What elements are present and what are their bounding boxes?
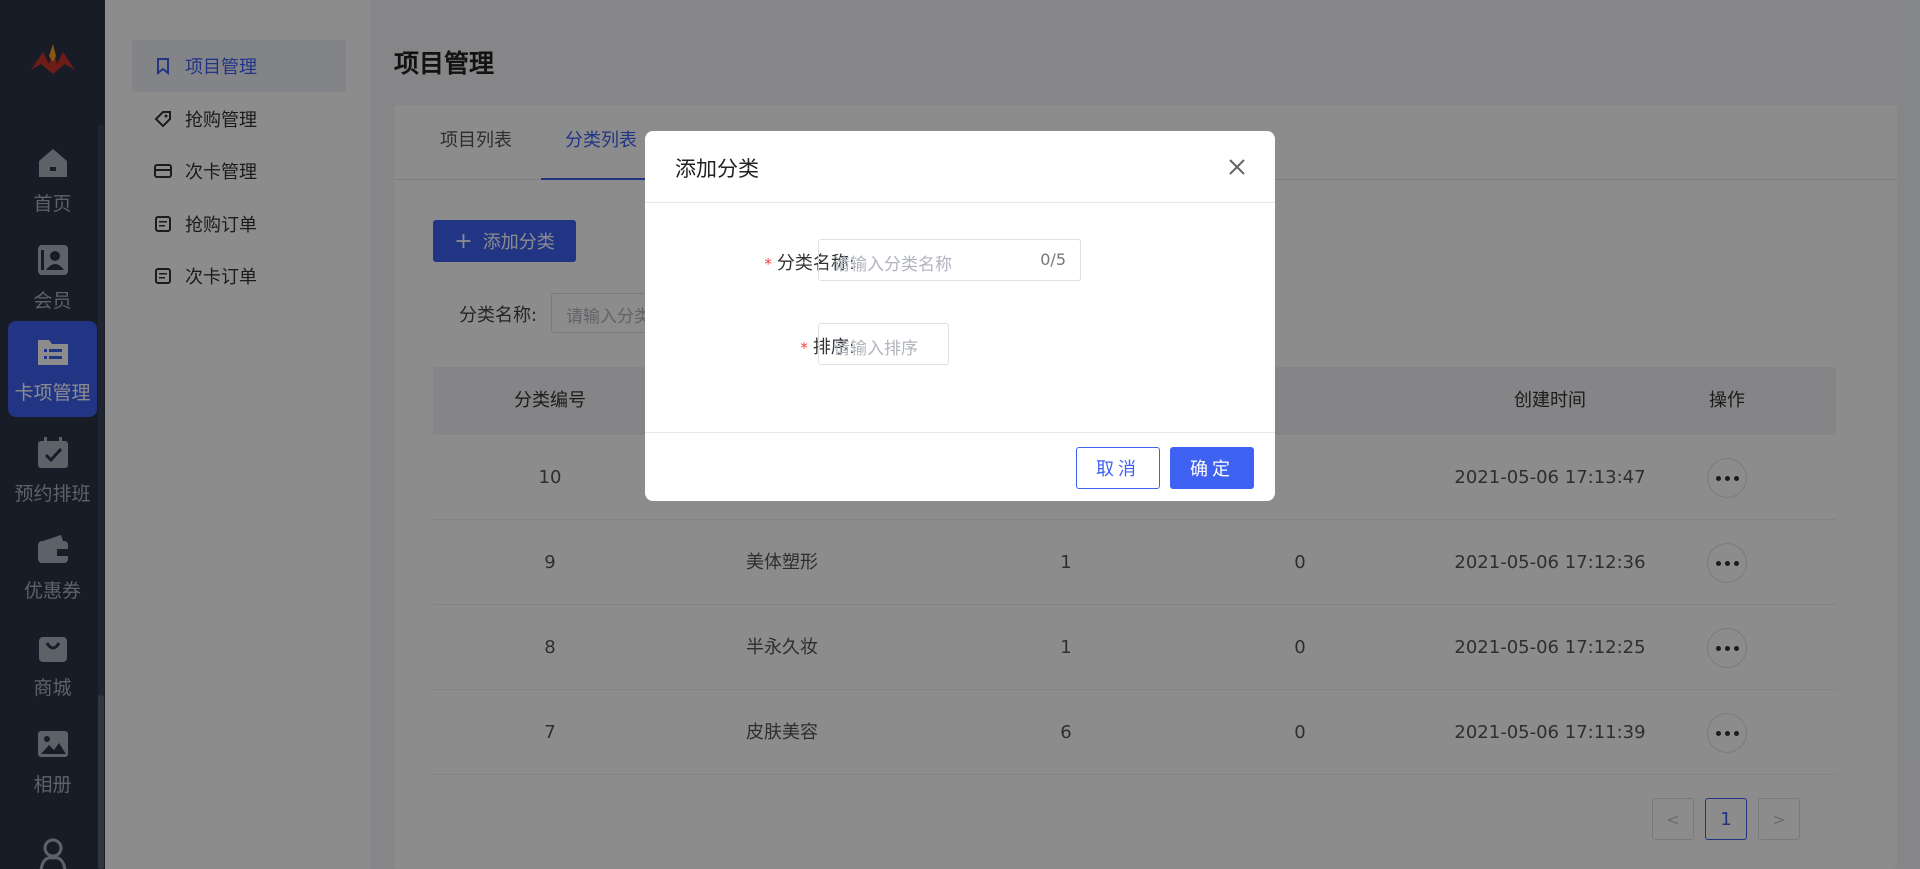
char-count: 0/5 — [1040, 250, 1066, 269]
dialog-footer-divider — [645, 432, 1275, 433]
sort-input[interactable]: 请输入排序 — [818, 323, 949, 365]
category-name-input[interactable]: 请输入分类名称 0/5 — [818, 239, 1081, 281]
add-category-dialog: 添加分类 * 分类名称: 请输入分类名称 0/5 * 排序: 请输入排序 取消 确定 — [645, 131, 1275, 501]
confirm-button[interactable]: 确定 — [1170, 447, 1254, 489]
required-mark: * — [764, 255, 772, 273]
category-name-placeholder: 请输入分类名称 — [833, 255, 952, 275]
required-mark: * — [800, 339, 808, 357]
dialog-header: 添加分类 — [645, 131, 1275, 203]
sort-placeholder: 请输入排序 — [833, 339, 918, 359]
cancel-button[interactable]: 取消 — [1076, 447, 1160, 489]
dialog-title: 添加分类 — [675, 157, 759, 181]
close-icon[interactable] — [1225, 155, 1249, 179]
